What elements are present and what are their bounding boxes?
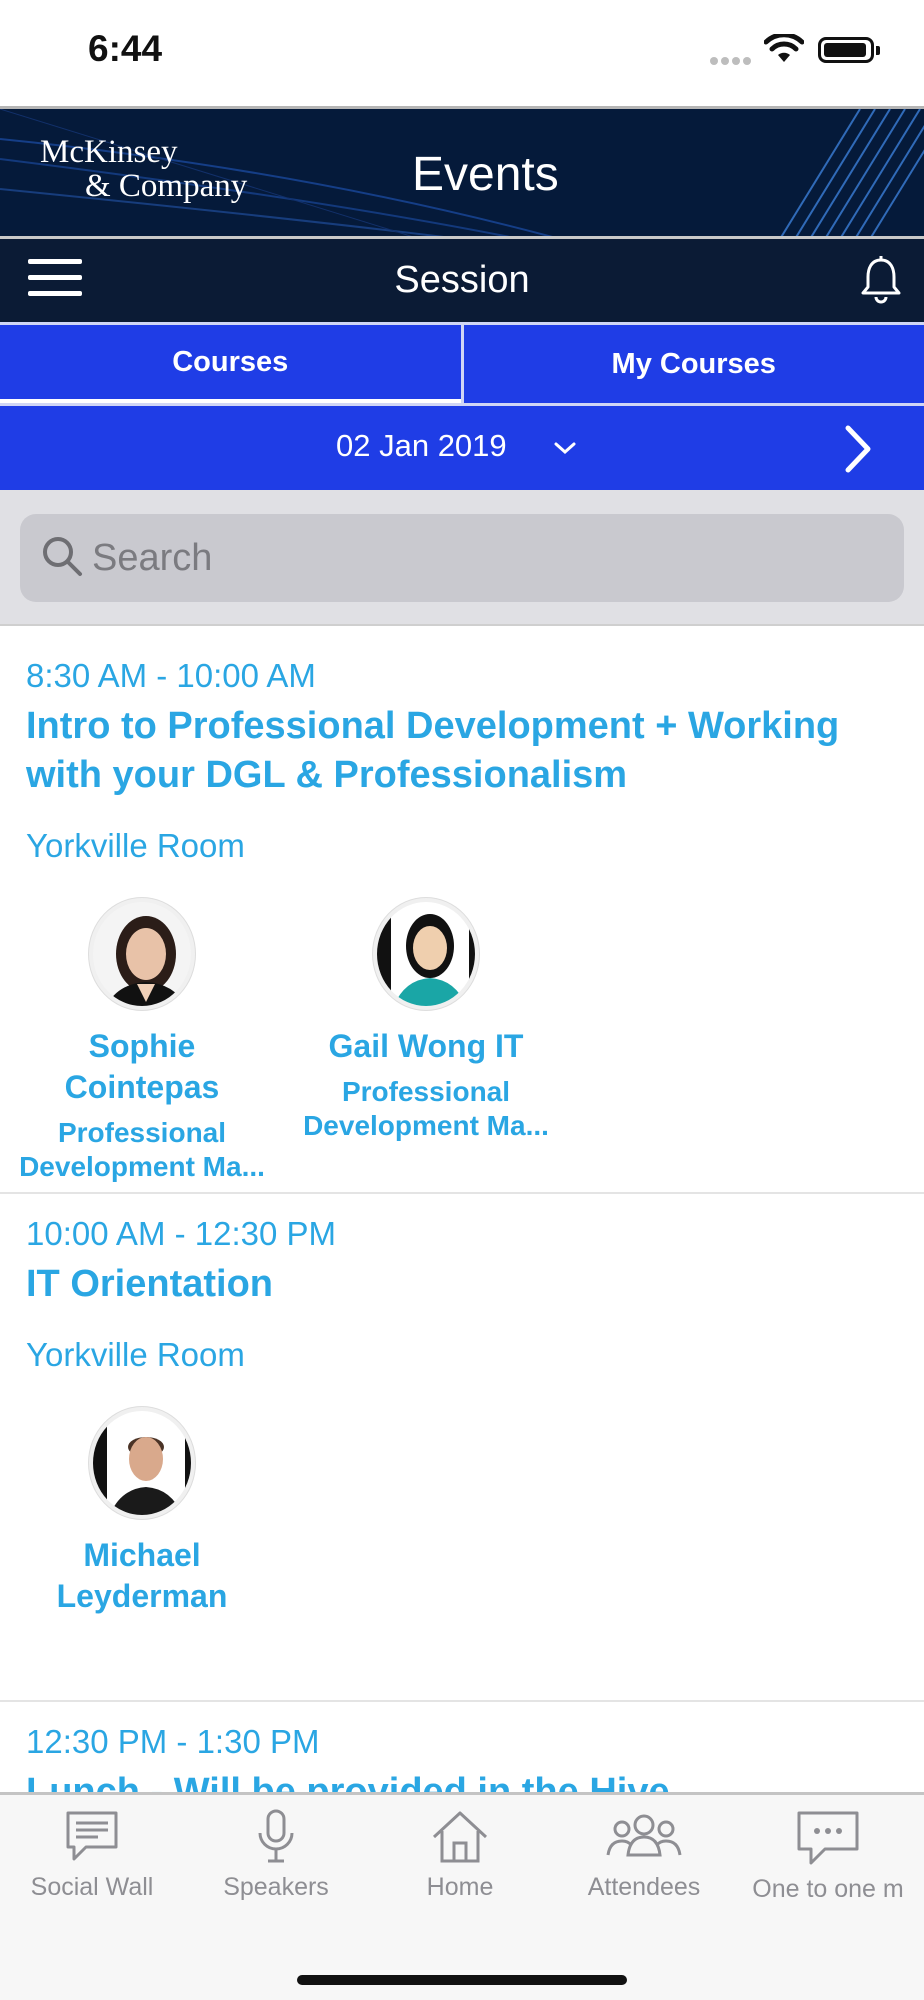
speaker-card[interactable]: Gail Wong IT Professional Development Ma…: [284, 898, 568, 1184]
chevron-down-icon: [554, 442, 576, 455]
speaker-card[interactable]: Michael Leyderman: [0, 1407, 284, 1617]
session-title: Lunch - Will be provided in the Hive: [26, 1771, 670, 1792]
session-time: 10:00 AM - 12:30 PM: [26, 1215, 337, 1252]
avatar: [89, 898, 195, 1010]
brand-line-2: & Company: [85, 168, 248, 204]
tab-courses[interactable]: Courses: [0, 325, 461, 403]
brand-logo: McKinsey & Company: [40, 135, 247, 203]
navigation-bar: Session: [0, 236, 924, 322]
speaker-role: Professional Development Ma...: [303, 1076, 549, 1141]
page-title: Session: [394, 259, 530, 301]
chat-dots-icon: [797, 1811, 859, 1865]
brand-banner: McKinsey & Company Events: [0, 106, 924, 236]
battery-icon: [818, 37, 880, 63]
bell-icon[interactable]: [856, 255, 906, 305]
search-area: [0, 490, 924, 626]
home-indicator: [297, 1975, 627, 1985]
search-box[interactable]: [20, 514, 904, 602]
session-room: Yorkville Room: [26, 827, 245, 864]
people-group-icon: [606, 1814, 682, 1857]
segment-tabs: Courses My Courses: [0, 322, 924, 406]
search-input[interactable]: [92, 530, 872, 586]
speaker-name: Gail Wong IT: [328, 1028, 524, 1064]
tab-speakers[interactable]: Speakers: [184, 1795, 368, 1904]
avatar: [89, 1407, 195, 1519]
speaker-role: Professional Development Ma...: [19, 1117, 265, 1182]
microphone-icon: [258, 1809, 294, 1863]
date-picker[interactable]: 02 Jan 2019: [336, 428, 577, 464]
session-title: Intro to Professional Development + Work…: [26, 705, 840, 796]
wifi-icon: [764, 34, 804, 62]
status-time: 6:44: [88, 28, 163, 69]
session-title: IT Orientation: [26, 1263, 273, 1305]
home-icon: [432, 1811, 488, 1863]
tab-label: Social Wall: [30, 1873, 154, 1901]
tab-my-courses[interactable]: My Courses: [460, 325, 924, 403]
bottom-tab-bar: Social Wall Speakers Home Attendees One …: [0, 1792, 924, 2000]
tab-social-wall[interactable]: Social Wall: [0, 1795, 184, 1904]
session-item[interactable]: 8:30 AM - 10:00 AM Intro to Professional…: [0, 636, 924, 1194]
tab-attendees[interactable]: Attendees: [552, 1795, 736, 1904]
session-room: Yorkville Room: [26, 1336, 245, 1373]
brand-line-1: McKinsey: [40, 134, 178, 170]
banner-title: Events: [412, 148, 559, 201]
selected-date: 02 Jan 2019: [336, 428, 507, 463]
session-list: 8:30 AM - 10:00 AM Intro to Professional…: [0, 636, 924, 1792]
session-time: 8:30 AM - 10:00 AM: [26, 657, 316, 694]
speaker-name: Michael Leyderman: [56, 1537, 228, 1614]
tab-home[interactable]: Home: [368, 1795, 552, 1904]
speaker-list: Sophie Cointepas Professional Developmen…: [0, 898, 900, 1184]
date-bar: 02 Jan 2019: [0, 406, 924, 490]
tab-one-to-one[interactable]: One to one m: [736, 1795, 920, 1904]
chat-lines-icon: [66, 1811, 118, 1861]
speaker-card[interactable]: Sophie Cointepas Professional Developmen…: [0, 898, 284, 1184]
tab-label: Attendees: [587, 1873, 701, 1901]
tab-label: Home: [426, 1873, 494, 1901]
session-item[interactable]: 12:30 PM - 1:30 PM Lunch - Will be provi…: [0, 1702, 924, 1792]
search-icon: [43, 537, 82, 576]
chevron-right-icon[interactable]: [840, 424, 876, 474]
avatar: [373, 898, 479, 1010]
session-item[interactable]: 10:00 AM - 12:30 PM IT Orientation Yorkv…: [0, 1194, 924, 1702]
status-bar: 6:44: [0, 0, 924, 106]
speaker-list: Michael Leyderman: [0, 1407, 900, 1617]
speaker-name: Sophie Cointepas: [64, 1028, 220, 1105]
signal-icon: [710, 52, 754, 70]
tab-label: One to one m: [752, 1875, 904, 1903]
session-time: 12:30 PM - 1:30 PM: [26, 1723, 320, 1760]
tab-label: Speakers: [223, 1873, 329, 1901]
